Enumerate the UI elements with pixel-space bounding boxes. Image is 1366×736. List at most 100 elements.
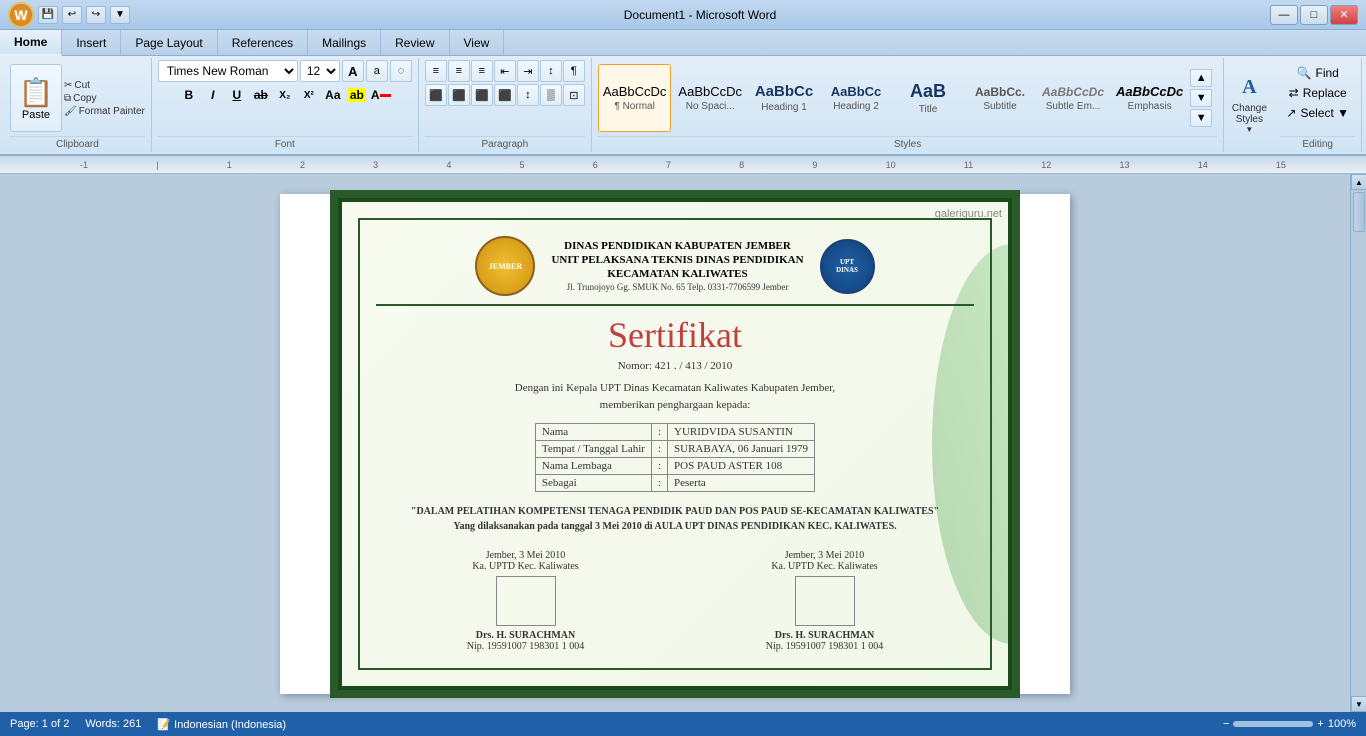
underline-button[interactable]: U (226, 84, 248, 106)
zoom-in-icon[interactable]: + (1317, 718, 1323, 730)
field-label-sebagai: Sebagai (535, 475, 651, 492)
format-painter-button[interactable]: 🖌 Format Painter (64, 106, 145, 117)
style-emphasis-label: Emphasis (1128, 101, 1172, 112)
align-left-button[interactable]: ⬛ (425, 84, 447, 106)
tab-review[interactable]: Review (381, 30, 449, 55)
styles-scroll-up[interactable]: ▲ (1190, 69, 1212, 87)
para-row1: ≡ ≡ ≡ ⇤ ⇥ ↕ ¶ (425, 60, 585, 82)
borders-button[interactable]: ⊡ (563, 84, 585, 106)
show-marks-button[interactable]: ¶ (563, 60, 585, 82)
copy-button[interactable]: ⧉ Copy (64, 93, 145, 104)
style-heading2-preview: AaBbCc (831, 84, 882, 99)
shading-button[interactable]: ▒ (540, 84, 562, 106)
cut-icon: ✂ (64, 80, 72, 91)
bold-button[interactable]: B (178, 84, 200, 106)
style-subtitle[interactable]: AaBbCc. Subtitle (965, 64, 1035, 132)
tab-view[interactable]: View (450, 30, 505, 55)
ruler: -1|123456789101112131415 (0, 156, 1366, 174)
scroll-down-button[interactable]: ▼ (1351, 696, 1366, 712)
style-title[interactable]: AaB Title (893, 64, 963, 132)
title-bar-left: W 💾 ↩ ↪ ▼ (8, 2, 130, 28)
change-case-button[interactable]: Aa (322, 84, 344, 106)
style-emphasis[interactable]: AaBbCcDc Emphasis (1111, 64, 1188, 132)
font-grow-button[interactable]: A (342, 60, 364, 82)
font-name-select[interactable]: Times New Roman (158, 60, 298, 82)
style-subtle-em[interactable]: AaBbCcDc Subtle Em... (1037, 64, 1109, 132)
qat-undo[interactable]: ↩ (62, 6, 82, 24)
tab-mailings[interactable]: Mailings (308, 30, 381, 55)
find-button[interactable]: 🔍 Find (1291, 64, 1345, 82)
change-styles-dropdown: ▼ (1245, 125, 1253, 134)
scroll-up-button[interactable]: ▲ (1351, 174, 1366, 190)
field-value-sebagai: Peserta (668, 475, 815, 492)
paste-button[interactable]: 📋 Paste (10, 64, 62, 132)
qat-dropdown[interactable]: ▼ (110, 6, 130, 24)
language-text: Indonesian (Indonesia) (174, 719, 286, 731)
strikethrough-button[interactable]: ab (250, 84, 272, 106)
decrease-indent-button[interactable]: ⇤ (494, 60, 516, 82)
subscript-button[interactable]: X₂ (274, 84, 296, 106)
bullets-button[interactable]: ≡ (425, 60, 447, 82)
style-normal-label: ¶ Normal (614, 101, 654, 112)
sig-right: Jember, 3 Mei 2010 Ka. UPTD Kec. Kaliwat… (766, 550, 884, 652)
style-heading1-preview: AaBbCc (755, 83, 813, 100)
cert-nomor: Nomor: 421 . / 413 / 2010 (376, 360, 974, 372)
maximize-button[interactable]: □ (1300, 5, 1328, 25)
font-size-select[interactable]: 12 (300, 60, 340, 82)
office-button[interactable]: W (8, 2, 34, 28)
multilevel-button[interactable]: ≡ (471, 60, 493, 82)
sort-button[interactable]: ↕ (540, 60, 562, 82)
select-button[interactable]: ↗ Select ▼ (1280, 104, 1355, 122)
zoom-out-icon[interactable]: − (1223, 718, 1229, 730)
tab-references[interactable]: References (218, 30, 308, 55)
certificate: galeriguru.net JEMBER DINAS PENDIDIKAN K… (330, 190, 1020, 698)
tab-insert[interactable]: Insert (62, 30, 121, 55)
zoom-slider[interactable] (1233, 721, 1313, 727)
style-heading2[interactable]: AaBbCc Heading 2 (821, 64, 891, 132)
tab-home[interactable]: Home (0, 30, 62, 56)
highlight-button[interactable]: ab (346, 84, 368, 106)
cut-button[interactable]: ✂ Cut (64, 80, 145, 91)
style-heading1[interactable]: AaBbCc Heading 1 (749, 64, 819, 132)
style-normal[interactable]: AaBbCcDc ¶ Normal (598, 64, 672, 132)
tab-page-layout[interactable]: Page Layout (121, 30, 217, 55)
styles-more[interactable]: ▼ (1190, 109, 1212, 127)
style-no-space[interactable]: AaBbCcDc No Spaci... (673, 64, 747, 132)
close-button[interactable]: ✕ (1330, 5, 1358, 25)
clear-format-button[interactable]: ◌ (390, 60, 412, 82)
para-row2: ⬛ ⬛ ⬛ ⬛ ↕ ▒ ⊡ (425, 84, 585, 106)
font-shrink-button[interactable]: a (366, 60, 388, 82)
style-heading2-label: Heading 2 (833, 101, 879, 112)
superscript-button[interactable]: X² (298, 84, 320, 106)
sig-right-box (795, 576, 855, 626)
field-value-nama: YURIDVIDA SUSANTIN (668, 424, 815, 441)
qat-save[interactable]: 💾 (38, 6, 58, 24)
numbering-button[interactable]: ≡ (448, 60, 470, 82)
italic-button[interactable]: I (202, 84, 224, 106)
font-color-button[interactable]: A (370, 84, 392, 106)
line-spacing-button[interactable]: ↕ (517, 84, 539, 106)
field-colon-ttl: : (651, 441, 667, 458)
style-no-space-preview: AaBbCcDc (678, 84, 742, 99)
minimize-button[interactable]: — (1270, 5, 1298, 25)
replace-button[interactable]: ⇄ Replace (1283, 84, 1353, 102)
styles-scroll-down[interactable]: ▼ (1190, 89, 1212, 107)
paragraph-group: ≡ ≡ ≡ ⇤ ⇥ ↕ ¶ ⬛ ⬛ ⬛ ⬛ ↕ ▒ ⊡ Pa (419, 58, 592, 152)
institution3: KECAMATAN KALIWATES (551, 267, 803, 281)
qat-redo[interactable]: ↪ (86, 6, 106, 24)
cert-sertifikat-title: Sertifikat (376, 314, 974, 356)
vertical-scrollbar[interactable]: ▲ ▼ (1350, 174, 1366, 712)
field-value-lembaga: POS PAUD ASTER 108 (668, 458, 815, 475)
increase-indent-button[interactable]: ⇥ (517, 60, 539, 82)
change-styles-button[interactable]: A ChangeStyles ▼ (1224, 58, 1274, 152)
document-area[interactable]: galeriguru.net JEMBER DINAS PENDIDIKAN K… (0, 174, 1350, 712)
font-content: Times New Roman 12 A a ◌ B I U ab X₂ X² (158, 60, 412, 136)
align-center-button[interactable]: ⬛ (448, 84, 470, 106)
logo-text: JEMBER (489, 262, 522, 271)
scroll-thumb[interactable] (1353, 192, 1365, 232)
style-title-preview: AaB (910, 81, 946, 102)
justify-button[interactable]: ⬛ (494, 84, 516, 106)
cert-divider (376, 304, 974, 306)
align-right-button[interactable]: ⬛ (471, 84, 493, 106)
certificate-content: JEMBER DINAS PENDIDIKAN KABUPATEN JEMBER… (358, 218, 992, 670)
